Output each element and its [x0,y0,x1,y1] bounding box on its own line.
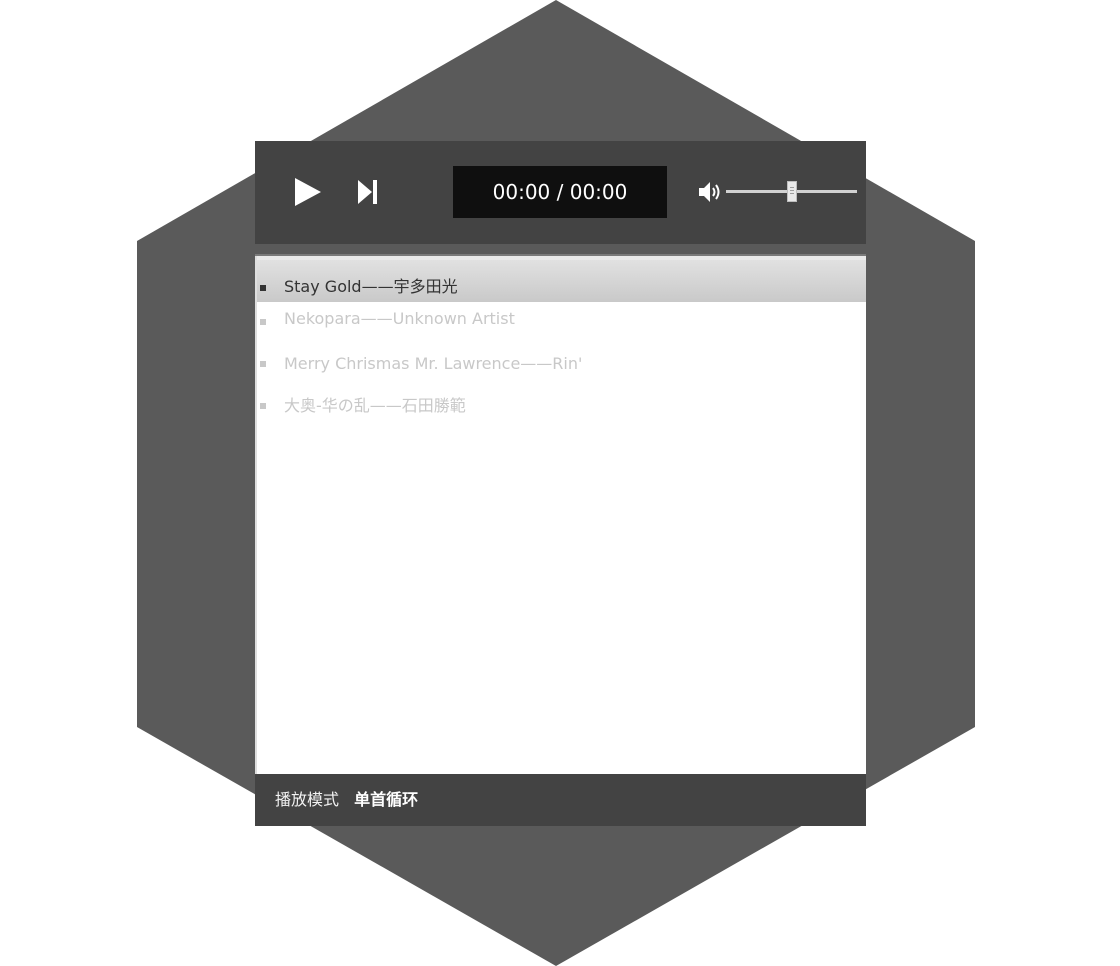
track-title: 大奥-华の乱——石田勝範 [284,396,466,415]
bullet-icon [260,319,266,325]
volume-thumb[interactable] [786,181,797,202]
time-display: 00:00 / 00:00 [453,166,667,218]
skip-next-icon [358,180,377,204]
controls-divider [255,244,866,256]
bullet-icon [260,403,266,409]
play-icon [295,178,321,206]
play-mode-bar: 播放模式 单首循环 [255,774,866,826]
play-mode-toggle[interactable]: 单首循环 [354,790,418,809]
play-button[interactable] [293,177,323,207]
play-mode-label: 播放模式 [275,790,340,809]
playlist-item-active[interactable]: Stay Gold——宇多田光 [257,256,866,306]
speaker-volume-icon [699,182,720,202]
track-title: Merry Chrismas Mr. Lawrence——Rin' [284,354,583,373]
next-track-button[interactable] [356,179,380,205]
playlist: Stay Gold——宇多田光 Nekopara——Unknown Artist… [255,256,866,774]
bullet-icon [260,285,266,291]
playlist-item[interactable]: Nekopara——Unknown Artist [257,306,866,348]
track-title: Nekopara——Unknown Artist [284,309,515,328]
music-player: 00:00 / 00:00 Stay Gold——宇多田光 Nekopara——… [255,141,866,826]
playlist-item[interactable]: 大奥-华の乱——石田勝範 [257,390,866,432]
player-controls: 00:00 / 00:00 [255,141,866,244]
volume-button[interactable] [698,179,726,205]
bullet-icon [260,361,266,367]
playlist-item[interactable]: Merry Chrismas Mr. Lawrence——Rin' [257,348,866,390]
volume-slider[interactable] [726,181,857,203]
track-title: Stay Gold——宇多田光 [284,277,458,296]
